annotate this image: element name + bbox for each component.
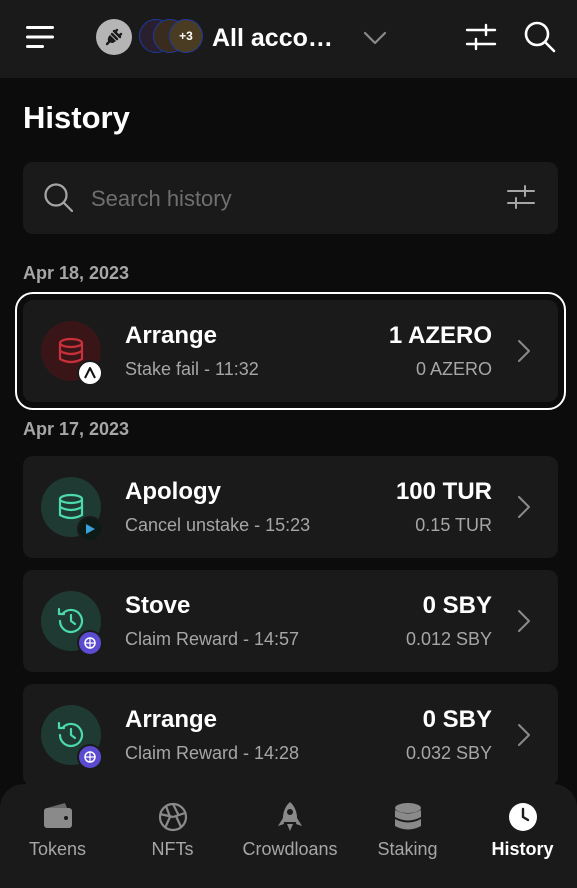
history-item[interactable]: Stove Claim Reward - 14:57 0 SBY 0.012 S… [23,570,558,672]
rocket-icon [273,800,307,834]
nav-label: History [491,839,554,859]
wallet-icon [41,800,75,834]
date-group-label: Apr 18, 2023 [23,263,130,283]
nav-crowdloans[interactable]: Crowdloans [230,784,350,888]
nav-staking[interactable]: Staking [350,784,465,888]
tx-amount: 0 SBY [422,592,492,619]
bottom-nav: Tokens NFTs Crowdloans Staking History [0,784,577,888]
menu-icon[interactable] [22,18,60,56]
nav-nfts[interactable]: NFTs [115,784,230,888]
database-icon [391,800,425,834]
avatar-more-count: +3 [169,19,203,53]
search-box[interactable] [23,162,558,234]
sliders-icon[interactable] [506,183,538,213]
chevron-down-icon[interactable] [360,24,390,52]
tx-fee: 0.032 SBY [405,743,492,763]
sliders-icon[interactable] [462,18,500,56]
tx-subtitle: Claim Reward - 14:57 [125,629,300,649]
account-name[interactable]: All accou... [212,20,342,56]
nav-label: Staking [377,839,438,859]
chevron-right-icon [516,722,532,748]
nav-label: NFTs [151,839,194,859]
nav-history[interactable]: History [465,784,577,888]
chevron-right-icon [516,494,532,520]
tx-fee: 0.012 SBY [405,629,492,649]
nav-label: Crowdloans [242,839,338,859]
tx-name: Arrange [125,706,218,733]
tx-name: Apology [125,478,221,505]
shibuya-icon [77,744,103,770]
aperture-icon [156,800,190,834]
tx-amount: 100 TUR [395,478,492,505]
chevron-right-icon [516,608,532,634]
history-item[interactable]: Arrange Stake fail - 11:32 1 AZERO 0 AZE… [15,292,566,410]
tx-name: Stove [125,592,191,619]
nav-tokens[interactable]: Tokens [0,784,115,888]
search-icon[interactable] [520,17,560,57]
tx-fee: 0.15 TUR [415,515,492,535]
search-icon [43,182,75,214]
search-input[interactable] [89,180,473,218]
page-title: History [23,100,130,135]
tx-subtitle: Stake fail - 11:32 [125,359,259,379]
chevron-right-icon [516,338,532,364]
tx-name: Arrange [125,322,218,349]
nav-label: Tokens [28,839,87,859]
clock-icon [506,800,540,834]
tx-subtitle: Claim Reward - 14:28 [125,743,300,763]
shibuya-icon [77,630,103,656]
tx-amount: 0 SBY [422,706,492,733]
aleph-zero-icon [77,360,103,386]
tx-subtitle: Cancel unstake - 15:23 [125,515,311,535]
tx-fee: 0 AZERO [415,359,492,379]
turing-icon [77,516,103,542]
history-item[interactable]: Apology Cancel unstake - 15:23 100 TUR 0… [23,456,558,558]
history-item[interactable]: Arrange Claim Reward - 14:28 0 SBY 0.032… [23,684,558,786]
account-avatars[interactable]: +3 [139,19,203,55]
plug-icon[interactable] [96,19,132,55]
top-bar: +3 All accou... [0,0,577,78]
date-group-label: Apr 17, 2023 [23,419,130,439]
tx-amount: 1 AZERO [388,322,492,349]
